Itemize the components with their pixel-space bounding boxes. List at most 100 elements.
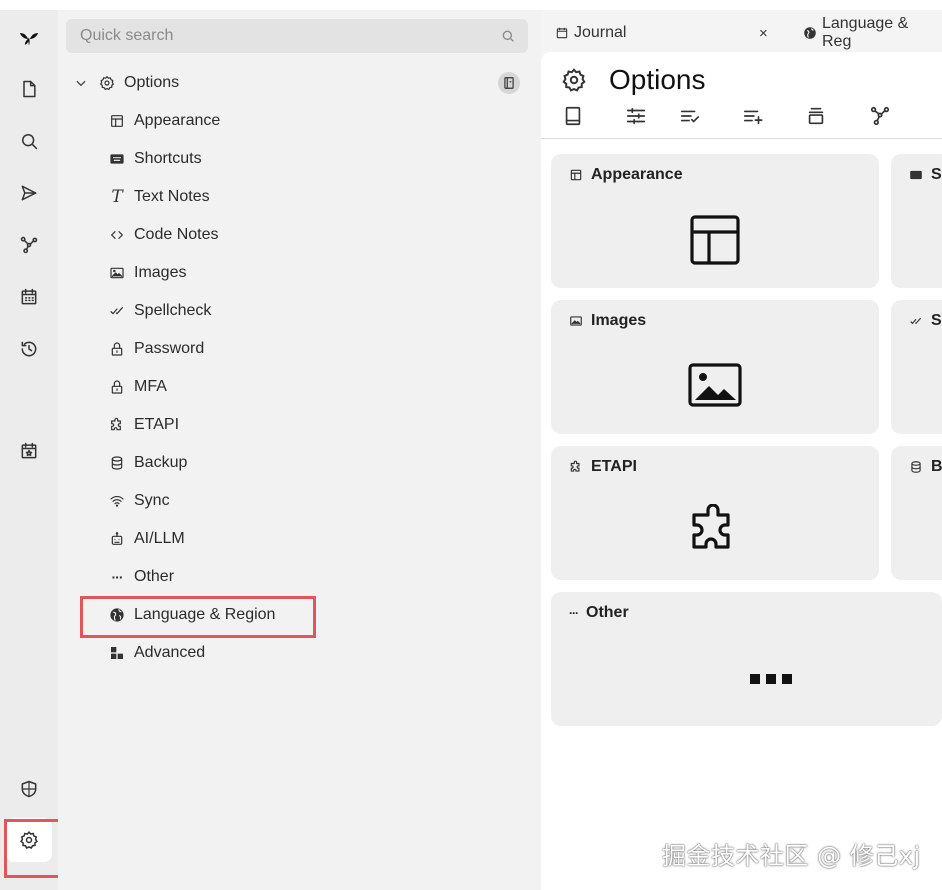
archive-icon [808, 107, 824, 125]
launcher-rail [0, 10, 58, 890]
card-backup[interactable]: B [891, 446, 942, 580]
card-other[interactable]: ··· Other [551, 592, 942, 726]
card-title: ··· Other [569, 604, 629, 622]
gear-icon [98, 74, 116, 92]
today-note-icon[interactable] [16, 438, 42, 464]
lock-icon [108, 378, 126, 396]
inherited-attributes-button[interactable] [804, 104, 828, 128]
lock-icon [108, 340, 126, 358]
puzzle-icon [688, 503, 742, 563]
tree-item-images[interactable]: Images [108, 258, 186, 288]
note-properties-button[interactable] [624, 104, 648, 128]
tree-item-label: Backup [134, 454, 188, 471]
card-appearance[interactable]: Appearance [551, 154, 879, 288]
image-icon [570, 316, 582, 326]
tree-item-advanced[interactable]: Advanced [108, 638, 205, 668]
tree-item-etapi[interactable]: ETAPI [108, 410, 179, 440]
tree-item-label: Options [124, 74, 180, 91]
tree-item-label: Password [134, 340, 205, 357]
keyboard-icon [108, 150, 126, 168]
new-note-icon[interactable] [16, 76, 42, 102]
search-icon[interactable] [500, 28, 516, 44]
database-icon [911, 461, 921, 473]
owned-attributes-button[interactable] [741, 104, 765, 128]
card-title: Appearance [569, 166, 683, 184]
send-icon[interactable] [16, 180, 42, 206]
card-spellcheck[interactable]: S [891, 300, 942, 434]
list-check-icon [680, 110, 700, 123]
tab-journal[interactable]: Journal [555, 18, 626, 48]
text-icon: T [111, 187, 123, 207]
tree-item-label: Spellcheck [134, 302, 212, 319]
page-title-text: Options [609, 64, 706, 95]
tree-item-backup[interactable]: Backup [108, 448, 187, 478]
tree-item-label: ETAPI [134, 416, 180, 433]
book-properties-button[interactable] [561, 104, 585, 128]
tab-language-region[interactable]: Language & Reg [803, 15, 942, 50]
card-shortcuts[interactable]: S [891, 154, 942, 288]
card-title: S [909, 166, 942, 184]
tree-item-label: MFA [134, 378, 167, 395]
tree-item-password[interactable]: Password [108, 334, 204, 364]
image-icon [687, 362, 743, 413]
dots-icon: ··· [569, 606, 579, 620]
tree-item-other[interactable]: ··· Other [108, 562, 175, 592]
app-logo-icon[interactable] [16, 26, 42, 52]
card-title: ETAPI [569, 458, 637, 476]
history-icon[interactable] [16, 336, 42, 362]
tree-item-text-notes[interactable]: T Text Notes [108, 182, 209, 212]
note-map-icon[interactable] [16, 232, 42, 258]
globe-icon [804, 27, 816, 39]
hoist-button[interactable] [498, 72, 520, 94]
puzzle-icon [570, 460, 580, 472]
tree-item-label: Shortcuts [134, 150, 202, 167]
promoted-attributes-button[interactable] [678, 104, 702, 128]
robot-icon [108, 530, 126, 548]
tree-item-code-notes[interactable]: Code Notes [108, 220, 219, 250]
puzzle-icon [108, 416, 126, 434]
card-label: Images [591, 312, 647, 329]
tree-item-label: Images [134, 264, 187, 281]
tree-item-ai-llm[interactable]: AI/LLM [108, 524, 185, 554]
note-content: Options Appearance Images ETAPI ··· Othe… [541, 52, 942, 890]
search-icon[interactable] [16, 128, 42, 154]
card-etapi[interactable]: ETAPI [551, 446, 879, 580]
tree-item-spellcheck[interactable]: Spellcheck [108, 296, 211, 326]
close-icon: × [759, 24, 768, 42]
main-area: Journal × Language & Reg Options Appeara… [541, 10, 942, 890]
dots-icon: ··· [111, 569, 124, 585]
quick-search-input[interactable] [66, 19, 528, 53]
tree-item-appearance[interactable]: Appearance [108, 106, 220, 136]
tree-item-sync[interactable]: Sync [108, 486, 170, 516]
wifi-icon [108, 492, 126, 510]
card-label: Other [586, 604, 629, 621]
note-map-button[interactable] [868, 104, 892, 128]
tree-item-options[interactable]: Options [98, 68, 179, 98]
language-region-highlight-box [80, 596, 316, 638]
card-title: S [909, 312, 942, 330]
card-title: B [909, 458, 942, 476]
code-icon [108, 226, 126, 244]
tree-item-shortcuts[interactable]: Shortcuts [108, 144, 202, 174]
tree-item-label: Code Notes [134, 226, 219, 243]
page-title: Options [561, 64, 706, 96]
calendar-icon[interactable] [16, 284, 42, 310]
card-label: Appearance [591, 166, 683, 183]
tree-item-label: Advanced [134, 644, 206, 661]
tree-item-label: Other [134, 568, 175, 585]
quick-search[interactable] [66, 19, 528, 53]
chevron-down-icon[interactable] [74, 76, 88, 90]
note-map-icon [870, 106, 890, 126]
tree-item-label: Sync [134, 492, 170, 509]
shield-icon[interactable] [16, 776, 42, 802]
watermark: 掘金技术社区 @ 修己xj [662, 842, 921, 870]
keyboard-icon [910, 170, 922, 180]
check-double-icon [910, 317, 922, 325]
card-images[interactable]: Images [551, 300, 879, 434]
check-double-icon [108, 302, 126, 320]
tree-item-mfa[interactable]: MFA [108, 372, 167, 402]
database-icon [108, 454, 126, 472]
card-label: S [931, 312, 942, 329]
tab-close-button[interactable]: × [759, 18, 768, 48]
toolbar-divider [541, 138, 942, 139]
